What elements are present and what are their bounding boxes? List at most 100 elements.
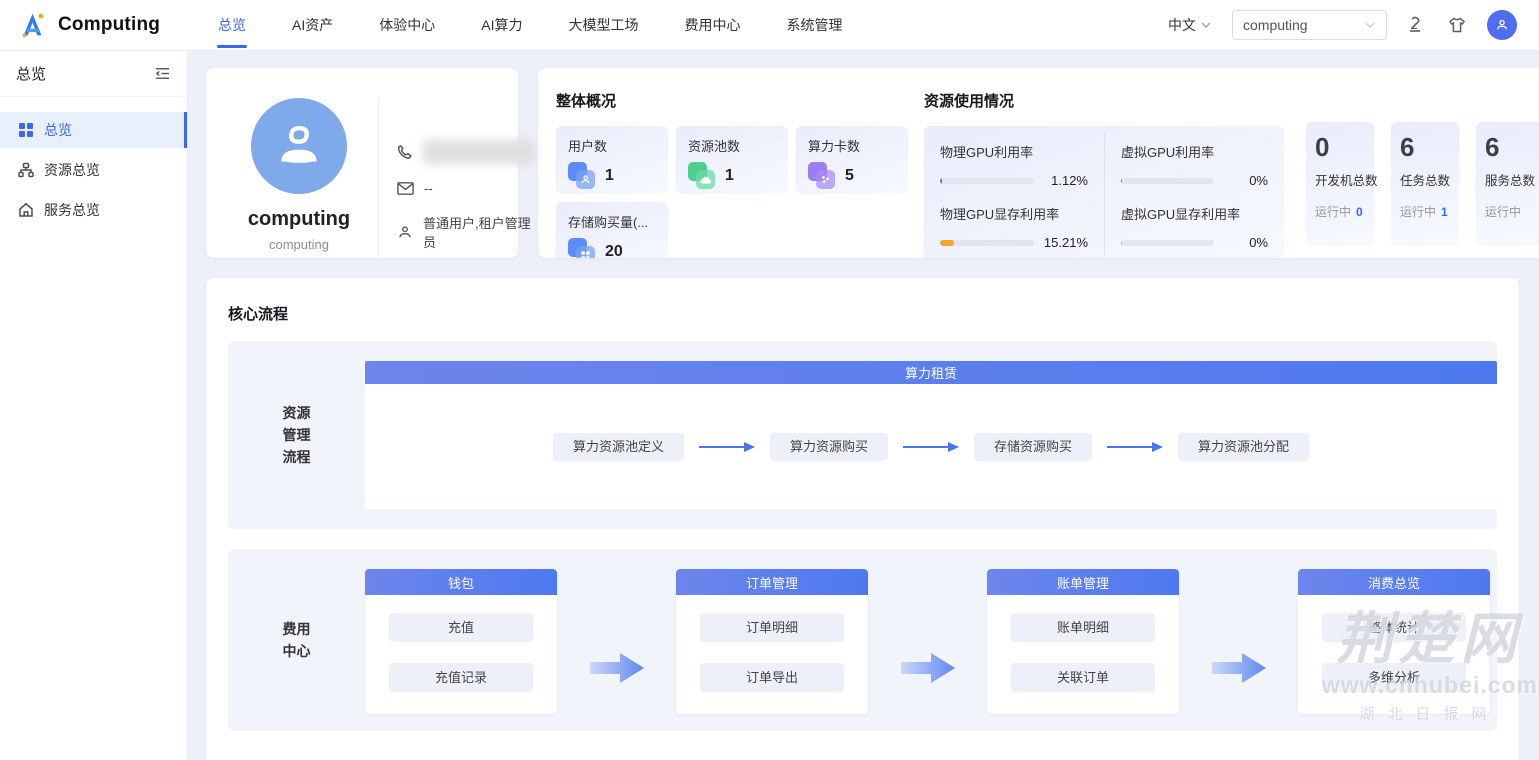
progress-bar	[940, 178, 1034, 184]
consumption-overview-card: 消费总览 整体统计 多维分析	[1298, 569, 1490, 714]
bill-detail-button[interactable]: 账单明细	[1011, 613, 1155, 642]
sidebar-item-service-overview[interactable]: 服务总览	[0, 192, 187, 228]
running-count: 0	[1356, 205, 1363, 219]
nav-item-cost-center[interactable]: 费用中心	[684, 0, 740, 51]
language-switcher[interactable]: 中文	[1168, 15, 1212, 35]
sitemap-icon	[18, 162, 34, 178]
nav-item-ai-assets[interactable]: AI资产	[292, 0, 333, 51]
overview-title: 整体概况	[556, 90, 924, 111]
nav-item-system-admin[interactable]: 系统管理	[786, 0, 842, 51]
profile-email: --	[424, 181, 433, 196]
bill-management-card: 账单管理 账单明细 关联订单	[987, 569, 1179, 714]
profile-phone-row	[397, 140, 535, 164]
stat-card-storage: 存储购买量(... 20	[556, 202, 668, 258]
sidebar-item-label: 总览	[44, 120, 72, 140]
meter-virtual-gpu: 虚拟GPU利用率 0%	[1104, 132, 1284, 194]
user-icon	[568, 162, 595, 189]
sidebar-item-resource-overview[interactable]: 资源总览	[0, 152, 187, 188]
usage-card: 物理GPU利用率 1.12% 虚拟GPU利用率 0%	[924, 126, 1284, 258]
core-process-panel: 核心流程 资源 管理 流程 算力租赁 算力资源池定义 算力资源购买	[206, 278, 1519, 760]
recharge-button[interactable]: 充值	[389, 613, 533, 642]
progress-bar	[1121, 178, 1214, 184]
profile-email-row: --	[397, 181, 535, 196]
brand-name: Computing	[58, 14, 160, 36]
chevron-down-icon	[1200, 19, 1212, 31]
recharge-history-button[interactable]: 充值记录	[389, 663, 533, 692]
step-storage-purchase[interactable]: 存储资源购买	[974, 433, 1092, 461]
summary-card-tasks: 6 任务总数 运行中1	[1391, 122, 1459, 246]
nav-item-overview[interactable]: 总览	[218, 0, 246, 51]
top-navbar: Computing 总览 AI资产 体验中心 AI算力 大模型工场 费用中心 系…	[0, 0, 1539, 51]
phone-icon	[397, 144, 413, 160]
sidebar-item-overview[interactable]: 总览	[0, 112, 187, 148]
arrow-right-icon	[903, 441, 959, 453]
cost-flow-label: 费用 中心	[228, 549, 365, 731]
meter-virtual-gpu-mem: 虚拟GPU显存利用率 0%	[1104, 194, 1284, 256]
step-pool-definition[interactable]: 算力资源池定义	[553, 433, 684, 461]
running-count: 1	[1441, 205, 1448, 219]
arrow-right-icon	[1107, 441, 1163, 453]
profile-card: computing computing	[206, 68, 518, 258]
signature-icon[interactable]	[1407, 15, 1427, 35]
step-compute-purchase[interactable]: 算力资源购买	[770, 433, 888, 461]
user-avatar-button[interactable]	[1487, 10, 1517, 40]
bill-management-header: 账单管理	[987, 569, 1179, 595]
app-logo-icon	[18, 10, 48, 40]
brand[interactable]: Computing	[18, 10, 218, 40]
main-content: computing computing	[188, 51, 1539, 760]
overview-panel: 整体概况 用户数 1	[538, 68, 1539, 258]
wallet-card: 钱包 充值 充值记录	[365, 569, 557, 714]
shirt-icon[interactable]	[1447, 15, 1467, 35]
language-label: 中文	[1168, 15, 1196, 35]
order-detail-button[interactable]: 订单明细	[700, 613, 844, 642]
nav-item-llm-factory[interactable]: 大模型工场	[568, 0, 638, 51]
sidebar-item-label: 服务总览	[44, 200, 100, 220]
cost-flow: 费用 中心 钱包 充值 充值记录 订单管理	[228, 549, 1497, 731]
sidebar-title: 总览	[16, 63, 46, 84]
order-management-card: 订单管理 订单明细 订单导出	[676, 569, 868, 714]
profile-name: computing	[248, 208, 350, 231]
stat-card-resource-pools: 资源池数 1	[676, 126, 788, 194]
overall-stats-button[interactable]: 整体统计	[1322, 613, 1466, 642]
mail-icon	[397, 181, 414, 196]
tenant-select[interactable]: computing	[1232, 10, 1387, 40]
arrow-right-icon	[868, 651, 987, 685]
home-icon	[18, 202, 34, 218]
grid-icon	[18, 122, 34, 138]
person-icon	[397, 224, 413, 240]
stat-card-compute-cards: 算力卡数 5	[796, 126, 908, 194]
profile-subtitle: computing	[269, 237, 329, 252]
phone-number-redacted	[423, 140, 535, 164]
usage-title: 资源使用情况	[924, 90, 1306, 111]
wallet-header: 钱包	[365, 569, 557, 595]
profile-role-row: 普通用户,租户管理员	[397, 213, 535, 251]
storage-icon	[568, 238, 595, 258]
meter-physical-gpu: 物理GPU利用率 1.12%	[924, 132, 1104, 194]
cloud-icon	[688, 162, 715, 189]
nav-item-experience-center[interactable]: 体验中心	[379, 0, 435, 51]
arrow-right-icon	[699, 441, 755, 453]
resource-flow-label: 资源 管理 流程	[228, 341, 365, 529]
tenant-select-value: computing	[1243, 17, 1308, 33]
sidebar: 总览 总览	[0, 51, 188, 760]
core-process-title: 核心流程	[228, 303, 1497, 324]
chevron-down-icon	[1364, 19, 1376, 31]
meter-physical-gpu-mem: 物理GPU显存利用率 15.21%	[924, 194, 1104, 256]
summary-card-dev-machines: 0 开发机总数 运行中0	[1306, 122, 1374, 246]
order-export-button[interactable]: 订单导出	[700, 663, 844, 692]
multidim-analysis-button[interactable]: 多维分析	[1322, 663, 1466, 692]
progress-bar	[1121, 240, 1214, 246]
profile-avatar	[251, 98, 347, 194]
consumption-overview-header: 消费总览	[1298, 569, 1490, 595]
nav-item-ai-compute[interactable]: AI算力	[481, 0, 522, 51]
summary-card-services: 6 服务总数 运行中	[1476, 122, 1539, 246]
step-pool-allocation[interactable]: 算力资源池分配	[1178, 433, 1309, 461]
related-orders-button[interactable]: 关联订单	[1011, 663, 1155, 692]
arrow-right-icon	[1179, 651, 1298, 685]
stat-card-users: 用户数 1	[556, 126, 668, 194]
arrow-right-icon	[557, 651, 676, 685]
order-management-header: 订单管理	[676, 569, 868, 595]
progress-bar	[940, 240, 1034, 246]
compute-rental-header: 算力租赁	[365, 361, 1497, 384]
sidebar-collapse-icon[interactable]	[154, 65, 171, 82]
